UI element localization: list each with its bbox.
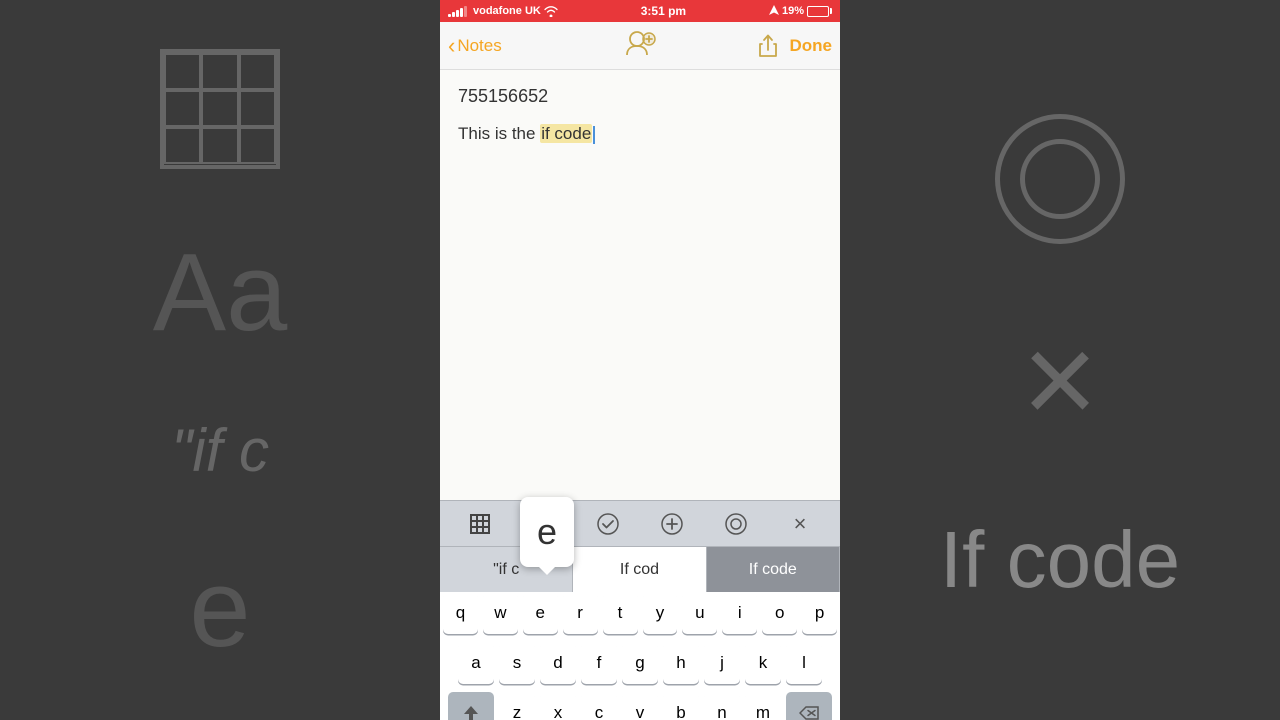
text-cursor bbox=[593, 126, 595, 144]
location-icon bbox=[769, 5, 779, 17]
key-s[interactable]: s bbox=[499, 642, 535, 684]
key-u[interactable]: u bbox=[682, 592, 717, 634]
background-left: Aa "if c e bbox=[0, 0, 440, 720]
note-number: 755156652 bbox=[458, 86, 822, 107]
key-a[interactable]: a bbox=[458, 642, 494, 684]
key-e[interactable]: e bbox=[523, 592, 558, 634]
add-icon bbox=[661, 513, 683, 535]
bg-ifcode-text: If code bbox=[940, 514, 1180, 606]
checklist-button[interactable] bbox=[590, 506, 626, 542]
key-y[interactable]: y bbox=[643, 592, 678, 634]
key-backspace[interactable] bbox=[786, 692, 832, 720]
key-v[interactable]: v bbox=[622, 692, 658, 720]
marker-icon bbox=[725, 513, 747, 535]
status-time: 3:51 pm bbox=[641, 4, 686, 18]
key-z[interactable]: z bbox=[499, 692, 535, 720]
key-popup-letter: e bbox=[537, 511, 557, 553]
battery-pct-label: 19% bbox=[782, 5, 804, 17]
key-k[interactable]: k bbox=[745, 642, 781, 684]
key-q[interactable]: q bbox=[443, 592, 478, 634]
bg-marker-icon bbox=[995, 114, 1125, 244]
formatting-toolbar: Aa × bbox=[440, 500, 840, 546]
table-button[interactable] bbox=[462, 506, 498, 542]
key-c[interactable]: c bbox=[581, 692, 617, 720]
close-toolbar-button[interactable]: × bbox=[782, 506, 818, 542]
key-popup: e bbox=[520, 497, 574, 567]
bg-quote-text: "if c bbox=[171, 416, 269, 485]
note-content-area[interactable]: 755156652 This is the if code bbox=[440, 70, 840, 270]
share-icon[interactable] bbox=[758, 34, 778, 58]
phone-container: vodafone UK 3:51 pm 19% bbox=[440, 0, 840, 720]
note-text[interactable]: This is the if code bbox=[458, 121, 822, 147]
autocomplete-item-1[interactable]: If cod bbox=[573, 547, 706, 592]
signal-icon bbox=[448, 5, 467, 17]
backspace-icon bbox=[799, 706, 819, 720]
nav-title-area bbox=[623, 29, 657, 62]
key-i[interactable]: i bbox=[722, 592, 757, 634]
marker-button[interactable] bbox=[718, 506, 754, 542]
key-n[interactable]: n bbox=[704, 692, 740, 720]
keyboard-row-3: z x c v b n m bbox=[440, 692, 840, 720]
key-p[interactable]: p bbox=[802, 592, 837, 634]
bg-table-icon bbox=[160, 49, 280, 169]
checklist-icon bbox=[597, 513, 619, 535]
table-icon bbox=[470, 514, 490, 534]
key-b[interactable]: b bbox=[663, 692, 699, 720]
key-g[interactable]: g bbox=[622, 642, 658, 684]
key-shift[interactable] bbox=[448, 692, 494, 720]
bg-letter-e: e bbox=[189, 545, 250, 672]
bg-font-label: Aa bbox=[153, 229, 288, 356]
add-button[interactable] bbox=[654, 506, 690, 542]
key-t[interactable]: t bbox=[603, 592, 638, 634]
key-l[interactable]: l bbox=[786, 642, 822, 684]
back-button[interactable]: ‹ Notes bbox=[440, 33, 502, 59]
note-empty-area[interactable] bbox=[440, 270, 840, 500]
note-text-highlighted: if code bbox=[540, 124, 592, 143]
key-m[interactable]: m bbox=[745, 692, 781, 720]
key-j[interactable]: j bbox=[704, 642, 740, 684]
note-text-before: This is the bbox=[458, 124, 540, 143]
status-right: 19% bbox=[769, 5, 832, 17]
close-toolbar-icon: × bbox=[794, 511, 807, 537]
key-w[interactable]: w bbox=[483, 592, 518, 634]
keyboard-row-1: q w e r t y u i o p bbox=[440, 592, 840, 634]
key-x[interactable]: x bbox=[540, 692, 576, 720]
key-r[interactable]: r bbox=[563, 592, 598, 634]
bg-close-icon: × bbox=[1022, 304, 1098, 454]
carrier-label: vodafone UK bbox=[473, 5, 541, 17]
status-left: vodafone UK bbox=[448, 5, 558, 17]
nav-bar: ‹ Notes Done bbox=[440, 22, 840, 70]
key-d[interactable]: d bbox=[540, 642, 576, 684]
shift-icon bbox=[463, 704, 479, 720]
battery-icon bbox=[807, 6, 832, 17]
status-bar: vodafone UK 3:51 pm 19% bbox=[440, 0, 840, 22]
keyboard-row-2: a s d f g h j k l bbox=[440, 642, 840, 684]
key-f[interactable]: f bbox=[581, 642, 617, 684]
autocomplete-bar: e "if c If cod If code bbox=[440, 546, 840, 592]
wifi-icon bbox=[544, 5, 558, 17]
key-h[interactable]: h bbox=[663, 642, 699, 684]
nav-right-actions: Done bbox=[758, 34, 833, 58]
autocomplete-item-2[interactable]: If code bbox=[707, 547, 840, 592]
done-button[interactable]: Done bbox=[790, 36, 833, 56]
back-label: Notes bbox=[457, 36, 501, 56]
key-o[interactable]: o bbox=[762, 592, 797, 634]
background-right: × If code bbox=[840, 0, 1280, 720]
add-collaborator-icon[interactable] bbox=[623, 29, 657, 57]
